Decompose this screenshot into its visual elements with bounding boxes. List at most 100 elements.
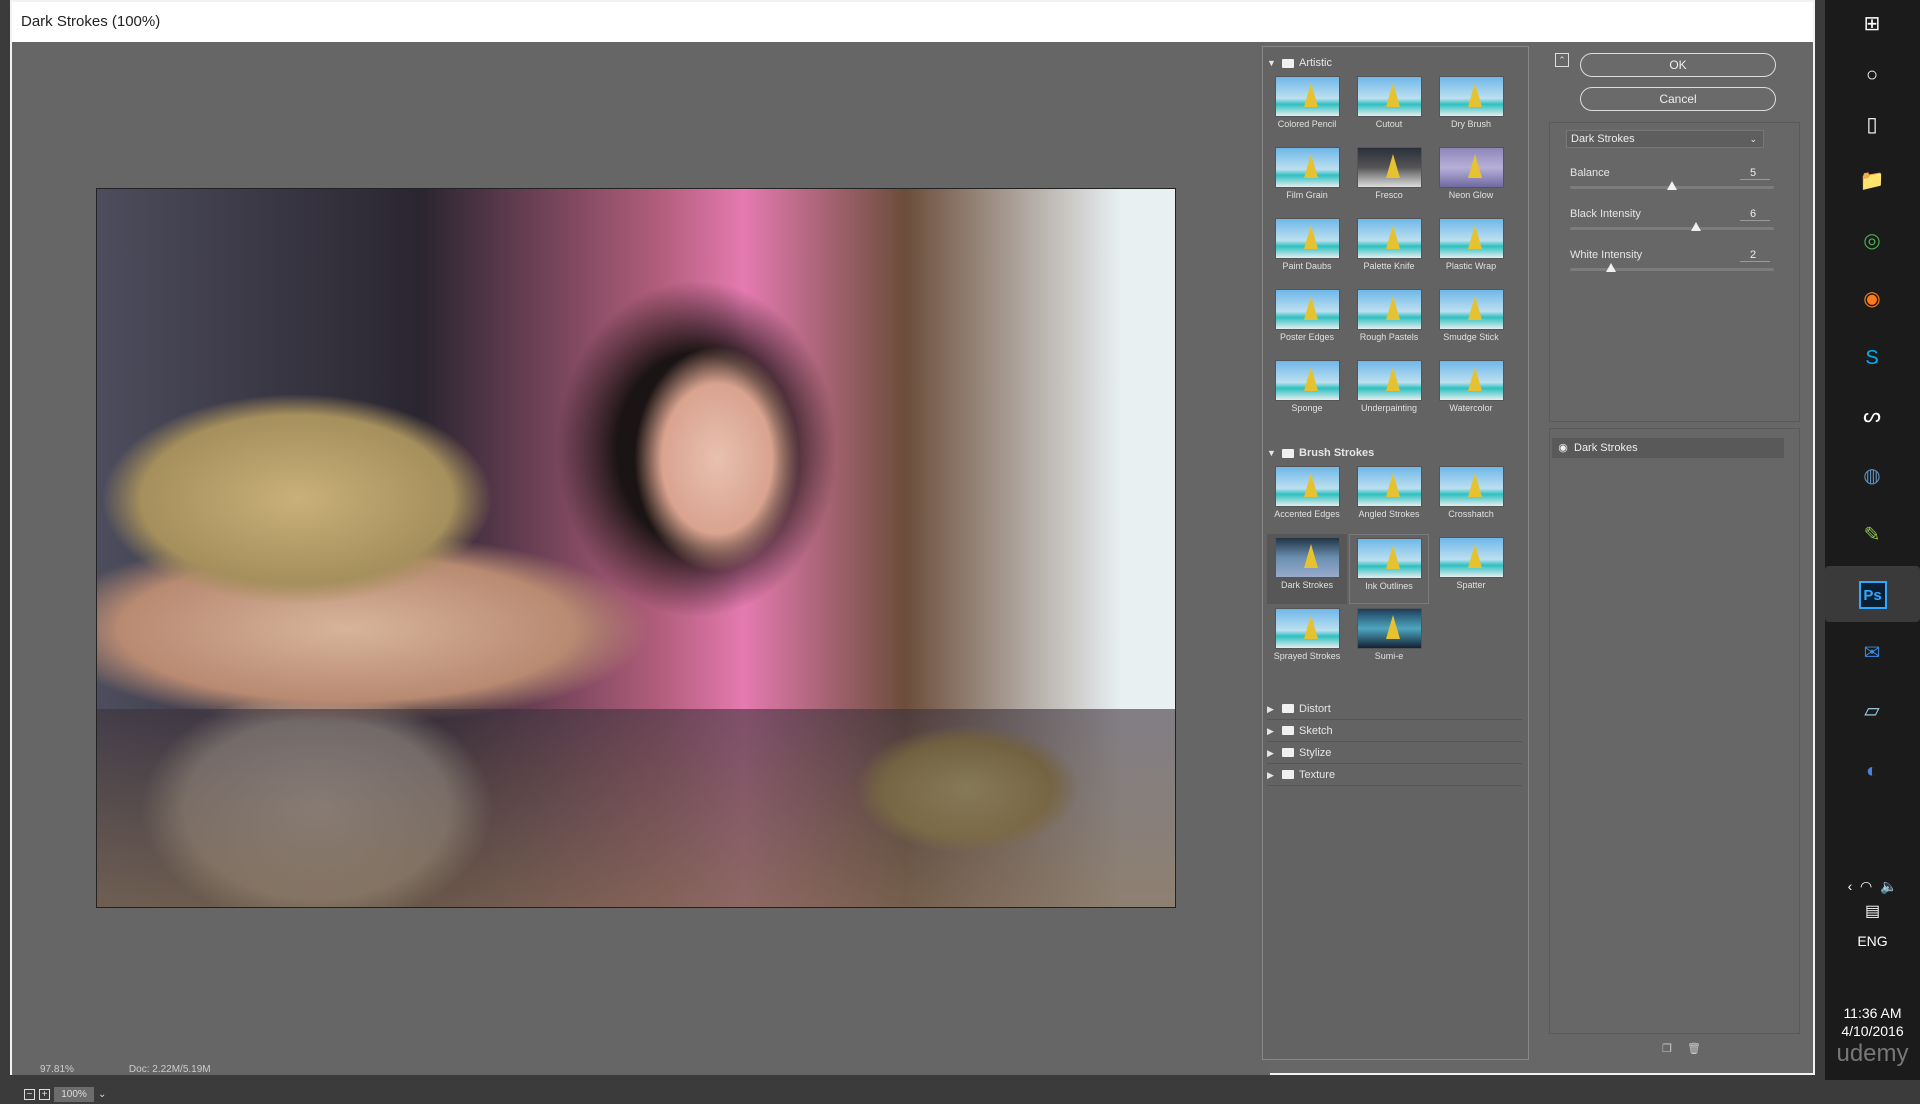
- status-zoom: 97.81%: [40, 1064, 74, 1075]
- chrome-icon[interactable]: ◎: [1857, 226, 1887, 256]
- filter-thumb-angled-strokes[interactable]: Angled Strokes: [1349, 463, 1429, 533]
- sailboat-graphic: [1303, 154, 1318, 178]
- sailboat-graphic: [1303, 544, 1318, 568]
- filter-preview-image: [1438, 466, 1504, 507]
- filter-thumb-ink-outlines[interactable]: Ink Outlines: [1349, 534, 1429, 604]
- param-slider-track[interactable]: [1570, 268, 1774, 271]
- filter-thumb-sumi-e[interactable]: Sumi-e: [1349, 605, 1429, 675]
- filter-thumb-sponge[interactable]: Sponge: [1267, 357, 1347, 427]
- cancel-button[interactable]: Cancel: [1580, 87, 1776, 111]
- filter-label: Fresco: [1375, 190, 1403, 200]
- filter-preview-image: [1438, 289, 1504, 330]
- notepad-plus-icon[interactable]: ✎: [1857, 520, 1887, 550]
- collapsed-triangle-icon[interactable]: ▶: [1267, 721, 1277, 741]
- filter-thumb-dark-strokes[interactable]: Dark Strokes: [1267, 534, 1347, 604]
- filter-label: Accented Edges: [1274, 509, 1340, 519]
- system-tray: ‹ ◠ 🔈 ▤ ENG: [1825, 878, 1920, 949]
- filter-thumb-plastic-wrap[interactable]: Plastic Wrap: [1431, 215, 1511, 285]
- folder-icon: [1282, 704, 1294, 713]
- expanded-triangle-icon[interactable]: ▼: [1267, 53, 1277, 73]
- folder-icon: [1282, 448, 1294, 458]
- filter-label: Colored Pencil: [1277, 119, 1337, 129]
- task-view-icon[interactable]: ▯: [1857, 110, 1887, 140]
- ok-button[interactable]: OK: [1580, 53, 1776, 77]
- filter-preview-image: [1356, 147, 1422, 188]
- category-brush-strokes[interactable]: ▼ Brush Strokes: [1267, 443, 1522, 463]
- filter-thumb-paint-daubs[interactable]: Paint Daubs: [1267, 215, 1347, 285]
- zoom-dropdown-chevron-icon[interactable]: ⌄: [98, 1089, 106, 1100]
- clock[interactable]: 11:36 AM 4/10/2016: [1825, 1004, 1920, 1040]
- param-black-intensity: Black Intensity 6: [1570, 208, 1774, 248]
- filter-thumb-sprayed-strokes[interactable]: Sprayed Strokes: [1267, 605, 1347, 675]
- category-label: Brush Strokes: [1299, 447, 1375, 459]
- category-sketch[interactable]: ▶ Sketch: [1267, 720, 1522, 742]
- filter-thumb-smudge-stick[interactable]: Smudge Stick: [1431, 286, 1511, 356]
- file-explorer-icon[interactable]: 📁: [1857, 166, 1887, 196]
- collapsed-triangle-icon[interactable]: ▶: [1267, 765, 1277, 785]
- param-slider-track[interactable]: [1570, 227, 1774, 230]
- folder-icon: [1282, 58, 1294, 68]
- filter-thumb-underpainting[interactable]: Underpainting: [1349, 357, 1429, 427]
- preview-area[interactable]: − + 100% ⌄: [12, 42, 1270, 1102]
- app-swirl-icon[interactable]: ᔕ: [1857, 401, 1887, 431]
- filter-thumb-poster-edges[interactable]: Poster Edges: [1267, 286, 1347, 356]
- new-effect-layer-icon[interactable]: ❐: [1662, 1042, 1674, 1055]
- filter-thumb-fresco[interactable]: Fresco: [1349, 144, 1429, 214]
- photoshop-icon[interactable]: Ps: [1825, 566, 1920, 622]
- language-indicator[interactable]: ENG: [1825, 933, 1920, 949]
- app-globe-icon[interactable]: ◐: [1857, 756, 1887, 786]
- zoom-in-button[interactable]: +: [39, 1088, 50, 1100]
- effect-layer-name: Dark Strokes: [1574, 442, 1638, 454]
- expanded-triangle-icon[interactable]: ▼: [1267, 443, 1277, 463]
- filter-preview-image: [1274, 360, 1340, 401]
- action-center-icon[interactable]: ▤: [1825, 901, 1920, 921]
- filter-thumb-rough-pastels[interactable]: Rough Pastels: [1349, 286, 1429, 356]
- category-label: Sketch: [1299, 724, 1333, 737]
- category-artistic[interactable]: ▼ Artistic: [1267, 53, 1522, 73]
- trash-icon[interactable]: 🗑: [1687, 1042, 1701, 1055]
- filter-thumb-palette-knife[interactable]: Palette Knife: [1349, 215, 1429, 285]
- filter-thumb-cutout[interactable]: Cutout: [1349, 73, 1429, 143]
- collapse-gallery-icon[interactable]: ⌃: [1555, 53, 1569, 67]
- param-white-intensity: White Intensity 2: [1570, 249, 1774, 289]
- preview-image[interactable]: [96, 188, 1176, 908]
- filter-thumb-colored-pencil[interactable]: Colored Pencil: [1267, 73, 1347, 143]
- udemy-watermark: udemy: [1836, 1040, 1909, 1067]
- windows-start-icon[interactable]: ⊞: [1857, 9, 1887, 39]
- skype-icon[interactable]: S: [1857, 343, 1887, 373]
- eye-icon[interactable]: ◉: [1552, 438, 1574, 458]
- param-slider-handle[interactable]: [1605, 263, 1616, 272]
- category-distort[interactable]: ▶ Distort: [1267, 698, 1522, 720]
- steam-icon[interactable]: ◍: [1857, 461, 1887, 491]
- category-stylize[interactable]: ▶ Stylize: [1267, 742, 1522, 764]
- tray-icons[interactable]: ‹ ◠ 🔈: [1825, 878, 1920, 895]
- param-value-input[interactable]: 6: [1740, 208, 1770, 221]
- effect-layer-row[interactable]: ◉ Dark Strokes: [1552, 438, 1784, 458]
- zoom-level-field[interactable]: 100%: [54, 1086, 94, 1102]
- filter-thumb-crosshatch[interactable]: Crosshatch: [1431, 463, 1511, 533]
- filter-thumb-watercolor[interactable]: Watercolor: [1431, 357, 1511, 427]
- filter-select[interactable]: Dark Strokes ⌄: [1566, 130, 1764, 148]
- param-value-input[interactable]: 5: [1740, 167, 1770, 180]
- param-slider-handle[interactable]: [1667, 181, 1677, 190]
- sailboat-graphic: [1385, 367, 1400, 391]
- filter-thumb-film-grain[interactable]: Film Grain: [1267, 144, 1347, 214]
- folder-icon: [1282, 748, 1294, 757]
- collapsed-triangle-icon[interactable]: ▶: [1267, 699, 1277, 719]
- param-balance: Balance 5: [1570, 167, 1774, 207]
- zoom-out-button[interactable]: −: [24, 1088, 35, 1100]
- thunderbird-icon[interactable]: ✉: [1857, 638, 1887, 668]
- filter-thumb-dry-brush[interactable]: Dry Brush: [1431, 73, 1511, 143]
- notepad-icon[interactable]: ▱: [1857, 696, 1887, 726]
- param-value-input[interactable]: 2: [1740, 249, 1770, 262]
- cortana-icon[interactable]: ○: [1857, 60, 1887, 90]
- param-slider-handle[interactable]: [1691, 222, 1702, 231]
- filter-thumb-spatter[interactable]: Spatter: [1431, 534, 1511, 604]
- firefox-icon[interactable]: ◉: [1857, 284, 1887, 314]
- filter-thumb-accented-edges[interactable]: Accented Edges: [1267, 463, 1347, 533]
- filter-settings: Dark Strokes ⌄ Balance 5 Black Intensity 6 Wh…: [1549, 122, 1800, 422]
- collapsed-triangle-icon[interactable]: ▶: [1267, 743, 1277, 763]
- sailboat-graphic: [1467, 225, 1482, 249]
- category-texture[interactable]: ▶ Texture: [1267, 764, 1522, 786]
- filter-thumb-neon-glow[interactable]: Neon Glow: [1431, 144, 1511, 214]
